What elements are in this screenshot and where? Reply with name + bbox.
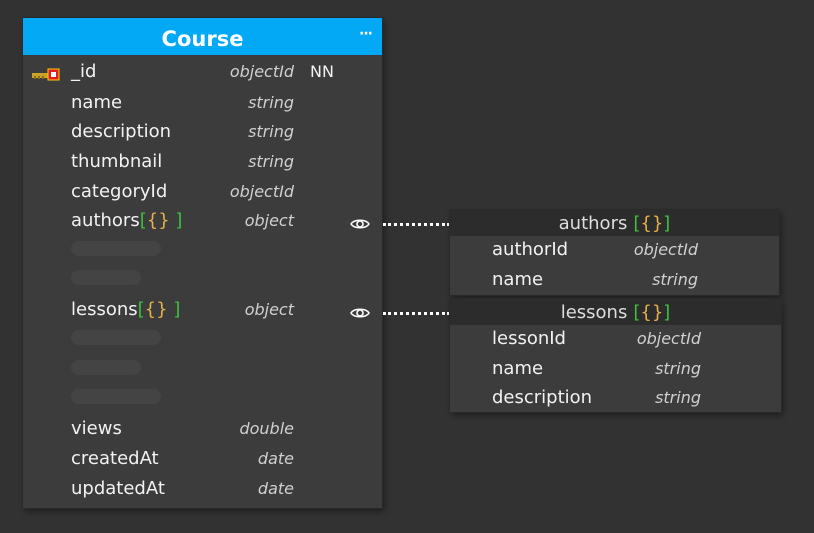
field-type: objectId <box>229 182 294 201</box>
eye-icon[interactable] <box>350 216 370 235</box>
collapsed-placeholder <box>71 241 161 256</box>
field-name: name <box>492 358 544 379</box>
field-name: name <box>71 92 123 113</box>
field-name: thumbnail <box>71 151 163 172</box>
object-brace-close: } <box>651 301 664 323</box>
array-bracket-close: ] <box>663 212 671 234</box>
field-name: lessonId <box>492 328 566 349</box>
field-name: createdAt <box>71 448 159 469</box>
field-row-lessons[interactable]: lessons[{} ] object <box>23 297 382 325</box>
entity-course[interactable]: Course ··· _id objectId NN name string d… <box>23 18 382 508</box>
field-type: string <box>655 359 701 378</box>
array-bracket-open: [ <box>633 212 641 234</box>
subfield-row-description[interactable]: description string <box>450 385 781 413</box>
array-bracket-close: ] <box>175 210 183 231</box>
object-brace-open: { <box>640 301 652 323</box>
subdocument-header[interactable]: lessons[{}] <box>450 299 781 325</box>
object-brace-close: } <box>651 212 664 234</box>
array-bracket-open: [ <box>633 301 641 323</box>
subdocument-authors[interactable]: authors[{}] authorId objectId name strin… <box>450 210 779 295</box>
more-icon[interactable]: ··· <box>359 27 373 41</box>
not-null-flag: NN <box>310 62 334 81</box>
entity-header[interactable]: Course ··· <box>23 18 382 55</box>
field-type: string <box>655 388 701 407</box>
field-name: lessons[{} ] <box>71 299 180 320</box>
field-type: objectId <box>633 240 698 259</box>
subfield-row-authorid[interactable]: authorId objectId <box>450 237 779 265</box>
collapsed-placeholder <box>71 389 161 404</box>
subfield-row-name[interactable]: name string <box>450 267 779 295</box>
subdocument-title: authors <box>558 212 628 234</box>
field-name: description <box>492 387 593 408</box>
field-name: authorId <box>492 239 569 260</box>
field-type: date <box>257 479 294 498</box>
relationship-connector-authors <box>383 223 450 226</box>
subdocument-lessons[interactable]: lessons[{}] lessonId objectId name strin… <box>450 299 781 412</box>
field-type: objectId <box>636 329 701 348</box>
field-type: objectId <box>229 62 294 81</box>
array-bracket-close: ] <box>173 299 181 320</box>
relationship-connector-lessons <box>383 312 450 315</box>
field-row-authors[interactable]: authors[{} ] object <box>23 208 382 236</box>
field-name: authors[{} ] <box>71 210 182 231</box>
field-type: object <box>244 300 294 319</box>
object-brace-open: { <box>640 212 652 234</box>
collapsed-placeholder <box>71 360 141 375</box>
field-row-thumbnail[interactable]: thumbnail string <box>23 149 382 177</box>
subfield-row-lessonid[interactable]: lessonId objectId <box>450 326 781 354</box>
object-brace-close: } <box>158 210 170 231</box>
subdocument-header[interactable]: authors[{}] <box>450 210 779 236</box>
array-bracket-close: ] <box>663 301 671 323</box>
field-row-views[interactable]: views double <box>23 416 382 444</box>
field-row-updatedat[interactable]: updatedAt date <box>23 476 382 504</box>
array-bracket-open: [ <box>139 210 147 231</box>
field-name: updatedAt <box>71 478 165 499</box>
field-name: views <box>71 418 122 439</box>
field-type: string <box>248 93 294 112</box>
field-row-createdat[interactable]: createdAt date <box>23 446 382 474</box>
collapsed-placeholder <box>71 270 141 285</box>
field-type: string <box>652 270 698 289</box>
collapsed-placeholder <box>71 330 161 345</box>
subdocument-title: lessons <box>560 301 628 323</box>
object-brace-open: { <box>146 210 159 231</box>
field-type: date <box>257 449 294 468</box>
object-brace-close: } <box>156 299 168 320</box>
eye-icon[interactable] <box>350 305 370 324</box>
subfield-row-name[interactable]: name string <box>450 356 781 384</box>
field-row-categoryid[interactable]: categoryId objectId <box>23 179 382 207</box>
entity-title: Course <box>161 26 244 51</box>
field-type: string <box>248 122 294 141</box>
field-name-text: authors <box>71 210 140 231</box>
array-bracket-open: [ <box>137 299 145 320</box>
field-name: description <box>71 121 172 142</box>
field-name: name <box>492 269 544 290</box>
field-name-text: lessons <box>71 299 138 320</box>
field-row-name[interactable]: name string <box>23 90 382 118</box>
primary-key-icon <box>32 67 60 86</box>
field-type: string <box>248 152 294 171</box>
field-type: object <box>244 211 294 230</box>
field-type: double <box>239 419 294 438</box>
field-name: categoryId <box>71 181 168 202</box>
field-name: _id <box>71 61 97 82</box>
field-row-id[interactable]: _id objectId NN <box>23 59 382 87</box>
field-row-description[interactable]: description string <box>23 119 382 147</box>
object-brace-open: { <box>144 299 157 320</box>
